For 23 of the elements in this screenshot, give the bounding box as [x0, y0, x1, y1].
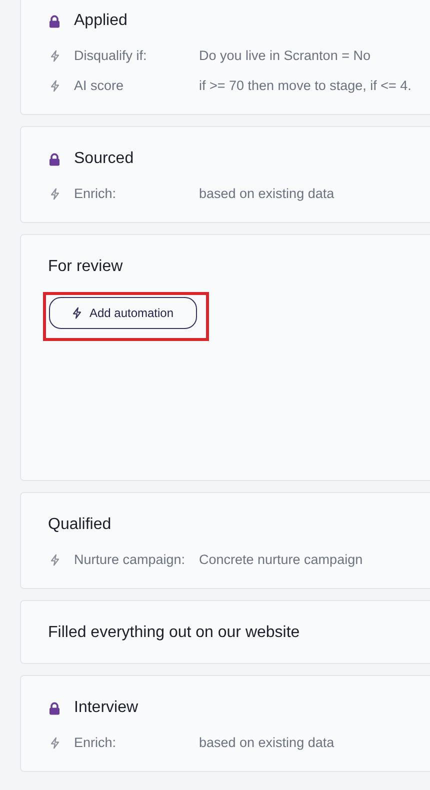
automation-value: Concrete nurture campaign: [199, 551, 364, 569]
stage-title: Qualified: [48, 516, 112, 534]
automation-value: if >= 70 then move to stage, if <= 4.: [199, 77, 412, 95]
automation-label: Disqualify if:: [74, 47, 148, 65]
stage-title: Sourced: [74, 150, 134, 168]
stage-title: Filled everything out on our website: [48, 624, 300, 642]
add-automation-button[interactable]: Add automation: [49, 297, 197, 329]
automation-value: based on existing data: [199, 185, 336, 203]
automation-label: AI score: [74, 77, 125, 95]
lightning-icon: [72, 307, 82, 319]
automation-value: based on existing data: [199, 734, 336, 752]
lightning-icon: [50, 554, 60, 566]
automation-label: Enrich:: [74, 185, 118, 203]
stage-title: Interview: [74, 699, 138, 717]
automation-label: Enrich:: [74, 734, 118, 752]
lightning-icon: [50, 80, 60, 92]
lightning-icon: [50, 188, 60, 200]
stage-title: For review: [48, 258, 123, 276]
automation-value: Do you live in Scranton = No: [199, 47, 372, 65]
lightning-icon: [50, 737, 60, 749]
automation-label: Nurture campaign:: [74, 551, 186, 569]
lightning-icon: [50, 50, 60, 62]
stage-title: Applied: [74, 12, 128, 30]
